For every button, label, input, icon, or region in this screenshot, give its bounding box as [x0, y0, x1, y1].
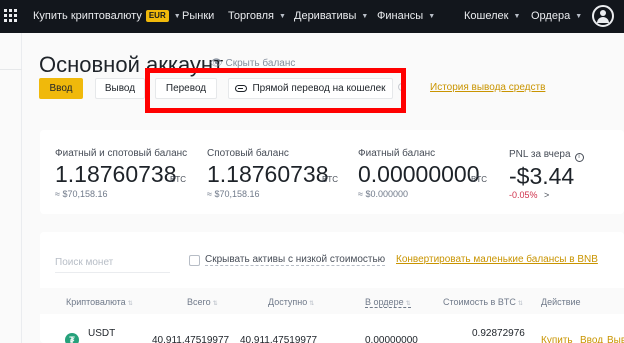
- buy-link[interactable]: Купить: [541, 335, 573, 343]
- pnl-label: PNL за вчера i: [509, 149, 584, 162]
- nav-derivatives[interactable]: Деривативы ▼: [294, 10, 368, 22]
- currency-badge: EUR: [145, 10, 169, 22]
- fiat-balance-unit: BTC: [471, 175, 487, 184]
- chevron-down-icon: ▼: [575, 12, 583, 20]
- withdraw-history-link[interactable]: История вывода средств: [430, 82, 545, 93]
- withdraw-link[interactable]: Вывод: [607, 335, 624, 343]
- spot-balance-value: 1.18760738: [207, 161, 329, 187]
- tether-icon: ₮: [65, 333, 79, 343]
- deposit-button[interactable]: Ввод: [39, 78, 83, 99]
- pnl-label-text: PNL за вчера: [509, 149, 571, 160]
- col-btc-value[interactable]: Стоимость в BTC ⇅: [443, 297, 523, 307]
- cell-total: 40,911.47519977: [152, 335, 230, 343]
- fiat-balance-approx: ≈ $0.000000: [358, 189, 408, 199]
- nav-orders-label: Ордера: [531, 10, 571, 22]
- sort-icon: ⇅: [127, 301, 133, 307]
- chevron-down-icon: ▼: [428, 12, 436, 20]
- hide-small-label[interactable]: Скрывать активы с низкой стоимостью: [205, 254, 386, 266]
- chevron-down-icon: ▼: [513, 12, 521, 20]
- chevron-down-icon: ▼: [361, 12, 369, 20]
- hide-small-checkbox[interactable]: [189, 255, 200, 266]
- pnl-value: -$3.44: [509, 163, 575, 189]
- nav-markets-label: Рынки: [182, 10, 215, 22]
- sort-icon: ⇅: [517, 301, 523, 307]
- sidebar: [0, 33, 22, 343]
- cell-btc-value: 0.92872976: [472, 328, 525, 339]
- nav-trade-label: Торговля: [228, 10, 274, 22]
- col-available-label: Доступно: [268, 297, 308, 307]
- sort-icon: ⇅: [212, 301, 218, 307]
- nav-wallet[interactable]: Кошелек ▼: [464, 10, 520, 22]
- col-in-order-label: В ордере: [365, 297, 404, 307]
- nav-finance[interactable]: Финансы ▼: [377, 10, 435, 22]
- cell-in-order: 0.00000000: [365, 335, 418, 343]
- info-icon[interactable]: i: [574, 153, 584, 162]
- fiat-spot-balance-value: 1.18760738: [55, 161, 177, 187]
- top-navigation-bar: Купить криптовалюту EUR ▼ Рынки Торговля…: [0, 0, 624, 33]
- user-avatar-icon[interactable]: [592, 5, 614, 27]
- col-coin-label: Криптовалюта: [66, 297, 126, 307]
- deposit-link[interactable]: Ввод: [580, 335, 603, 343]
- spot-balance-label: Спотовый баланс: [207, 148, 289, 159]
- fiat-balance-value: 0.00000000: [358, 161, 480, 187]
- sort-icon: ⇅: [405, 301, 411, 307]
- col-total[interactable]: Всего ⇅: [187, 297, 218, 307]
- chevron-down-icon: ▼: [278, 12, 286, 20]
- fiat-spot-balance-unit: BTC: [170, 175, 186, 184]
- nav-finance-label: Финансы: [377, 10, 424, 22]
- nav-markets[interactable]: Рынки: [182, 10, 214, 22]
- col-action: Действие: [541, 297, 581, 307]
- nav-orders[interactable]: Ордера ▼: [531, 10, 582, 22]
- fiat-balance-label: Фиатный баланс: [358, 148, 436, 159]
- pnl-details-chevron[interactable]: >: [544, 190, 549, 200]
- search-input[interactable]: Поиск монет: [55, 251, 170, 273]
- col-total-label: Всего: [187, 297, 211, 307]
- col-available[interactable]: Доступно ⇅: [268, 297, 314, 307]
- chevron-down-icon: ▼: [173, 12, 181, 20]
- coin-symbol: USDT: [88, 328, 116, 339]
- col-coin[interactable]: Криптовалюта ⇅: [66, 297, 133, 307]
- cell-available: 40,911.47519977: [240, 335, 318, 343]
- fiat-spot-balance-label: Фиатный и спотовый баланс: [55, 148, 188, 159]
- col-btc-value-label: Стоимость в BTC: [443, 297, 516, 307]
- highlight-box: [145, 68, 406, 113]
- sidebar-divider: [0, 69, 22, 70]
- pnl-percent: -0.05%: [509, 190, 538, 200]
- convert-small-balances-link[interactable]: Конвертировать маленькие балансы в BNB: [396, 254, 598, 265]
- spot-balance-approx: ≈ $70,158.16: [207, 189, 260, 199]
- nav-trade[interactable]: Торговля ▼: [228, 10, 286, 22]
- withdraw-button[interactable]: Вывод: [95, 78, 145, 99]
- nav-buy-crypto-label: Купить криптовалюту: [33, 10, 142, 22]
- spot-balance-unit: BTC: [322, 175, 338, 184]
- nav-derivatives-label: Деривативы: [294, 10, 357, 22]
- nav-buy-crypto[interactable]: Купить криптовалюту EUR ▼: [33, 10, 181, 22]
- nav-wallet-label: Кошелек: [464, 10, 509, 22]
- sort-icon: ⇅: [309, 301, 315, 307]
- grid-menu-icon[interactable]: [4, 9, 18, 23]
- fiat-spot-balance-approx: ≈ $70,158.16: [55, 189, 108, 199]
- col-in-order[interactable]: В ордере ⇅: [365, 297, 411, 308]
